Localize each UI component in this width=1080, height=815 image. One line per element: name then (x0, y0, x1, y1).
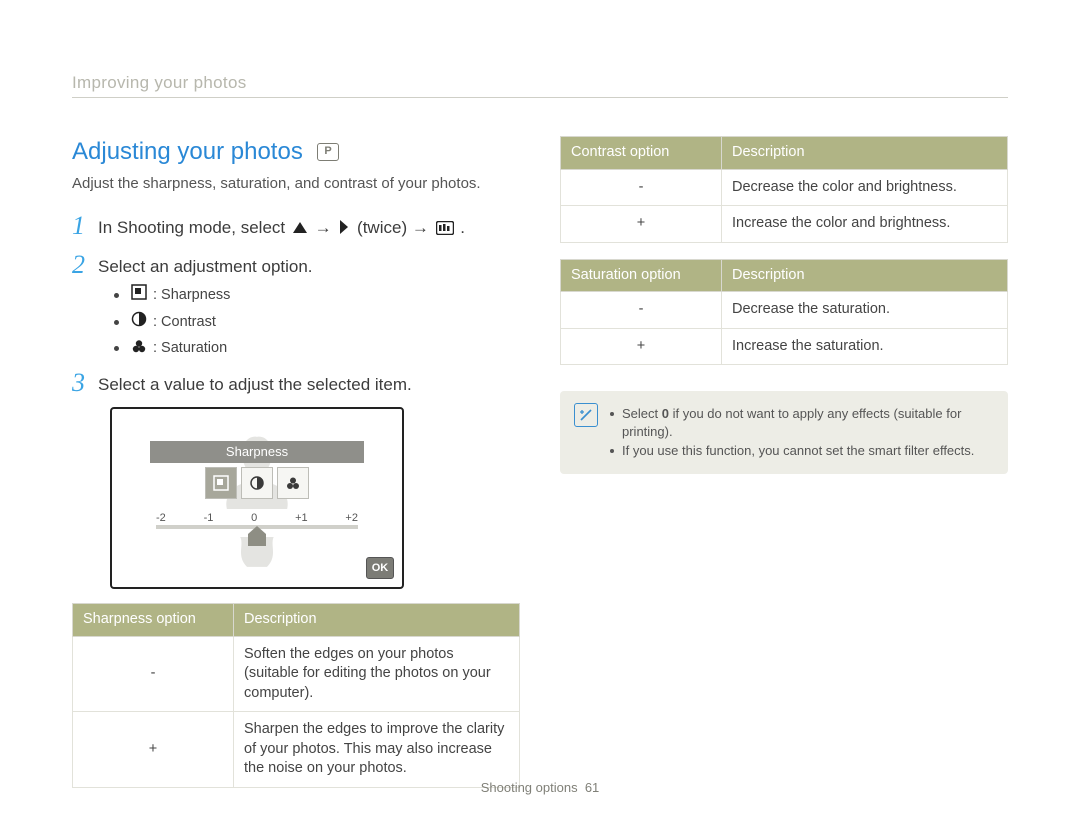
table-row: + Increase the saturation. (561, 328, 1008, 365)
table-row: - Soften the edges on your photos (suita… (73, 636, 520, 712)
th-desc: Description (722, 136, 1008, 169)
cell-desc: Sharpen the edges to improve the clarity… (234, 712, 520, 788)
tick: +1 (295, 511, 308, 526)
ok-badge: OK (366, 557, 394, 579)
footer-label: Shooting options (481, 780, 578, 795)
camera-screenshot: Sharpness -2 -1 0 (110, 407, 404, 589)
cell-symbol: - (561, 169, 722, 206)
table-row: - Decrease the color and brightness. (561, 169, 1008, 206)
option-label: : Sharpness (153, 286, 230, 306)
tick: -1 (204, 511, 214, 526)
tick: -2 (156, 511, 166, 526)
screenshot-tabs (205, 467, 309, 499)
breadcrumb: Improving your photos (72, 72, 1008, 98)
footer-page: 61 (585, 780, 599, 795)
saturation-dots-icon (131, 338, 147, 361)
option-label: : Contrast (153, 313, 216, 333)
cell-symbol: + (561, 328, 722, 365)
step1-post: . (460, 218, 465, 237)
step-2: 2 Select an adjustment option. (72, 252, 520, 279)
step-1: 1 In Shooting mode, select → (twice) → . (72, 213, 520, 242)
th-option: Saturation option (561, 259, 722, 292)
contrast-circle-icon (131, 311, 147, 334)
tab-sharpness-icon (205, 467, 237, 499)
tick: +2 (345, 511, 358, 526)
section-title: Adjusting your photos (72, 136, 303, 168)
step1-arrow1: → (315, 218, 337, 237)
bullet-icon (114, 293, 119, 298)
tab-saturation-icon (277, 467, 309, 499)
screenshot-title-bar: Sharpness (150, 441, 364, 463)
saturation-table: Saturation option Description - Decrease… (560, 259, 1008, 366)
step-text: In Shooting mode, select → (twice) → . (98, 213, 465, 242)
note-item: Select 0 if you do not want to apply any… (610, 405, 994, 440)
step1-pre: In Shooting mode, select (98, 218, 290, 237)
option-saturation: : Saturation (114, 338, 520, 361)
step-text: Select a value to adjust the selected it… (98, 370, 412, 397)
bullet-icon (114, 346, 119, 351)
cell-desc: Increase the saturation. (722, 328, 1008, 365)
step-text: Select an adjustment option. (98, 252, 313, 279)
th-desc: Description (722, 259, 1008, 292)
note-text: Select (622, 406, 662, 421)
tab-contrast-icon (241, 467, 273, 499)
section-heading-row: Adjusting your photos P (72, 136, 520, 168)
step-number: 2 (72, 252, 98, 278)
cell-symbol: + (73, 712, 234, 788)
adjust-icon (436, 219, 454, 242)
sharpness-table: Sharpness option Description - Soften th… (72, 603, 520, 788)
step-number: 3 (72, 370, 98, 396)
th-option: Sharpness option (73, 604, 234, 637)
step1-twice: (twice) → (357, 218, 434, 237)
bullet-icon (114, 320, 119, 325)
option-list: : Sharpness : Contrast : Saturation (114, 284, 520, 360)
up-arrow-icon (292, 219, 308, 242)
note-item: If you use this function, you cannot set… (610, 442, 994, 460)
contrast-table: Contrast option Description - Decrease t… (560, 136, 1008, 243)
option-sharpness: : Sharpness (114, 284, 520, 307)
option-contrast: : Contrast (114, 311, 520, 334)
step-number: 1 (72, 213, 98, 239)
cell-symbol: - (561, 292, 722, 329)
note-list: Select 0 if you do not want to apply any… (610, 403, 994, 462)
cell-symbol: + (561, 206, 722, 243)
th-desc: Description (234, 604, 520, 637)
tick: 0 (251, 511, 257, 526)
cell-desc: Decrease the saturation. (722, 292, 1008, 329)
right-chevron-icon (338, 219, 350, 242)
note-bold: 0 (662, 406, 669, 421)
step-3: 3 Select a value to adjust the selected … (72, 370, 520, 397)
cell-desc: Increase the color and brightness. (722, 206, 1008, 243)
cell-desc: Decrease the color and brightness. (722, 169, 1008, 206)
sharpness-chip-icon (131, 284, 147, 307)
slider-handle-icon (248, 526, 266, 546)
slider-ticks: -2 -1 0 +1 +2 (150, 509, 364, 526)
table-row: + Increase the color and brightness. (561, 206, 1008, 243)
note-box: Select 0 if you do not want to apply any… (560, 391, 1008, 474)
note-text: if you do not want to apply any effects … (622, 406, 961, 439)
intro-text: Adjust the sharpness, saturation, and co… (72, 174, 520, 194)
option-label: : Saturation (153, 339, 227, 359)
cell-symbol: - (73, 636, 234, 712)
note-icon (574, 403, 598, 427)
camera-mode-icon: P (317, 143, 339, 161)
table-row: + Sharpen the edges to improve the clari… (73, 712, 520, 788)
cell-desc: Soften the edges on your photos (suitabl… (234, 636, 520, 712)
left-column: Adjusting your photos P Adjust the sharp… (72, 136, 520, 804)
table-row: - Decrease the saturation. (561, 292, 1008, 329)
page-footer: Shooting options 61 (0, 779, 1080, 797)
th-option: Contrast option (561, 136, 722, 169)
right-column: Contrast option Description - Decrease t… (560, 136, 1008, 804)
